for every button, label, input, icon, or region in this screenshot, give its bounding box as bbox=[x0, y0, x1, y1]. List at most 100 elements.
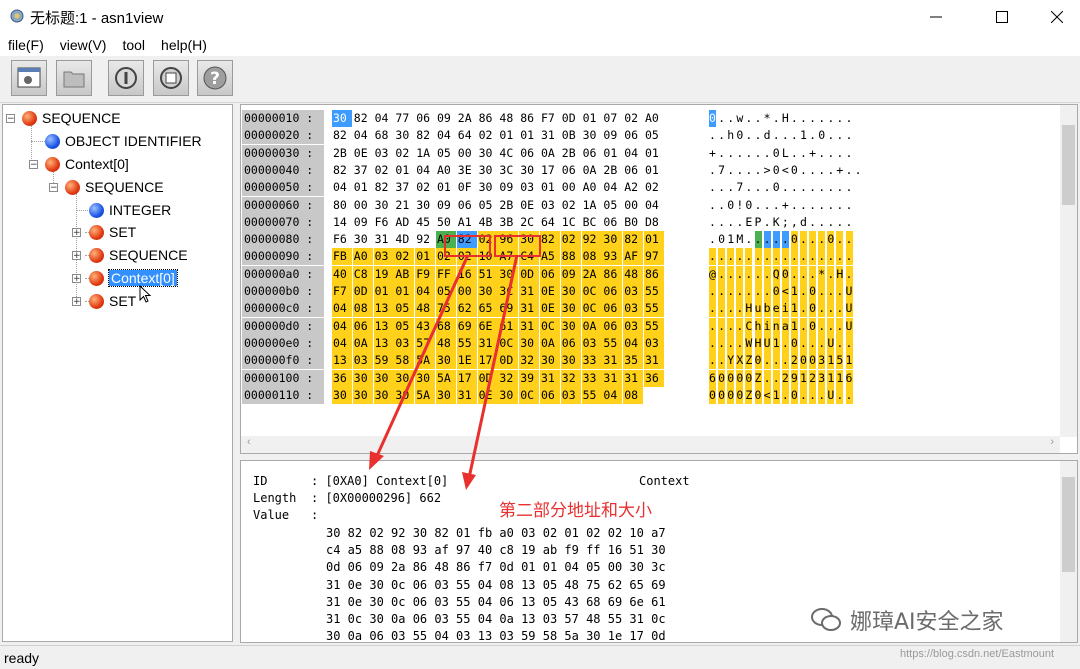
ascii-char[interactable]: 1 bbox=[727, 231, 734, 248]
ascii-char[interactable]: 0 bbox=[754, 352, 762, 370]
ascii-char[interactable]: Q bbox=[772, 265, 780, 283]
ascii-char[interactable]: . bbox=[845, 386, 853, 404]
hex-byte[interactable]: 04 bbox=[436, 127, 456, 144]
ascii-char[interactable]: P bbox=[755, 214, 762, 231]
hex-byte[interactable]: 82 bbox=[415, 127, 435, 144]
ascii-char[interactable]: 0 bbox=[709, 110, 716, 127]
ascii-char[interactable]: . bbox=[764, 179, 771, 196]
hex-byte[interactable]: A5 bbox=[540, 248, 560, 266]
ascii-char[interactable]: 1 bbox=[772, 386, 780, 404]
hex-byte[interactable]: A0 bbox=[644, 110, 664, 127]
hex-byte[interactable]: AB bbox=[394, 265, 415, 283]
ascii-char[interactable]: . bbox=[818, 110, 825, 127]
ascii-char[interactable]: . bbox=[718, 283, 726, 300]
ascii-char[interactable]: . bbox=[727, 110, 734, 127]
hex-byte[interactable]: 62 bbox=[456, 300, 477, 318]
hex-byte[interactable]: 82 bbox=[374, 179, 394, 196]
hex-byte[interactable]: 0E bbox=[540, 300, 560, 318]
hex-byte[interactable]: 03 bbox=[644, 334, 664, 352]
hex-vertical-scrollbar[interactable] bbox=[1060, 105, 1077, 437]
hex-byte[interactable]: 31 bbox=[623, 369, 644, 387]
hex-byte[interactable]: 86 bbox=[602, 265, 623, 283]
hex-byte[interactable]: 30 bbox=[436, 352, 456, 370]
hex-byte[interactable]: 0D bbox=[561, 110, 581, 127]
hex-byte[interactable]: 61 bbox=[498, 317, 519, 335]
ascii-char[interactable]: 0 bbox=[709, 386, 716, 404]
ascii-char[interactable]: . bbox=[718, 214, 725, 231]
hex-byte[interactable]: 00 bbox=[456, 283, 477, 300]
ascii-char[interactable]: > bbox=[764, 162, 771, 179]
ascii-char[interactable]: 0 bbox=[781, 265, 789, 283]
hex-byte[interactable]: 17 bbox=[540, 162, 560, 179]
hex-byte[interactable]: 13 bbox=[373, 334, 394, 352]
hex-byte[interactable]: 06 bbox=[457, 197, 477, 214]
hex-byte[interactable]: 02 bbox=[374, 162, 394, 179]
hex-byte[interactable]: 02 bbox=[561, 197, 581, 214]
ascii-char[interactable]: a bbox=[781, 317, 789, 335]
ascii-char[interactable]: . bbox=[818, 300, 826, 318]
help-button[interactable]: ? bbox=[197, 60, 233, 96]
hex-byte[interactable]: 5A bbox=[415, 386, 436, 404]
hex-byte[interactable]: 30 bbox=[560, 283, 581, 300]
hex-byte[interactable]: 64 bbox=[540, 214, 560, 231]
hex-byte[interactable]: 31 bbox=[519, 283, 540, 300]
ascii-char[interactable]: . bbox=[781, 231, 789, 249]
hex-byte[interactable]: 04 bbox=[332, 300, 352, 318]
hex-byte[interactable]: F7 bbox=[332, 283, 352, 300]
ascii-char[interactable]: . bbox=[818, 162, 825, 179]
hex-byte[interactable]: 82 bbox=[332, 127, 352, 144]
ascii-char[interactable]: . bbox=[727, 162, 734, 179]
ascii-char[interactable]: . bbox=[745, 145, 752, 162]
ascii-char[interactable]: 1 bbox=[827, 369, 835, 387]
ascii-char[interactable]: 6 bbox=[845, 369, 853, 387]
hex-byte[interactable]: 30 bbox=[332, 386, 352, 404]
hex-row[interactable]: 000000b0 : F7 0D 01 01 04 05 00 30 3C 31 0E 30 0C 06 03… bbox=[241, 283, 1059, 300]
ascii-char[interactable]: . bbox=[818, 386, 826, 404]
hex-byte[interactable]: 31 bbox=[519, 300, 540, 318]
hex-byte[interactable]: 0A bbox=[582, 162, 602, 179]
hex-byte[interactable]: BC bbox=[582, 214, 602, 231]
hex-row[interactable]: 00000020 :82 04 68 30 82 04 64 02 01 01 31 0B 30 09 06… bbox=[241, 127, 1059, 145]
hex-byte[interactable]: 0B bbox=[561, 127, 581, 144]
hex-row[interactable]: 00000090 : FB A0 03 02 01 02 02 10 A7 C4 A5 88 08 93 AF… bbox=[241, 248, 1059, 266]
ascii-char[interactable]: b bbox=[763, 300, 771, 318]
ascii-char[interactable]: 0 bbox=[818, 127, 825, 144]
ascii-char[interactable]: U bbox=[763, 334, 771, 352]
hex-byte[interactable]: 08 bbox=[623, 386, 644, 404]
hex-byte[interactable]: 17 bbox=[477, 352, 498, 370]
hex-byte[interactable]: 35 bbox=[623, 352, 644, 370]
ascii-char[interactable]: < bbox=[763, 386, 771, 404]
hex-byte[interactable]: 32 bbox=[519, 352, 540, 370]
ascii-char[interactable]: 0 bbox=[718, 231, 725, 248]
ascii-char[interactable]: . bbox=[846, 145, 853, 162]
hex-byte[interactable]: 69 bbox=[498, 300, 519, 318]
menu-help[interactable]: help(H) bbox=[153, 34, 215, 56]
hex-byte[interactable]: 2B bbox=[498, 197, 518, 214]
hex-byte[interactable]: 30 bbox=[478, 179, 498, 196]
hex-byte[interactable]: 0E bbox=[519, 197, 539, 214]
ascii-char[interactable]: . bbox=[772, 248, 780, 266]
ascii-char[interactable]: u bbox=[754, 300, 762, 318]
tree-node-set[interactable]: SET bbox=[89, 290, 136, 312]
hex-byte[interactable]: 03 bbox=[540, 197, 560, 214]
hex-byte[interactable]: F7 bbox=[540, 110, 560, 127]
ascii-char[interactable]: . bbox=[745, 179, 752, 196]
ascii-char[interactable]: . bbox=[836, 317, 844, 335]
hex-byte[interactable]: 30 bbox=[519, 162, 539, 179]
hex-byte[interactable]: 09 bbox=[498, 179, 518, 196]
hex-byte[interactable]: 6E bbox=[477, 317, 498, 335]
hex-byte[interactable]: 2B bbox=[561, 145, 581, 162]
hex-byte[interactable]: 03 bbox=[623, 317, 644, 335]
hex-byte[interactable]: A2 bbox=[623, 179, 643, 196]
hex-byte[interactable]: 06 bbox=[560, 334, 581, 352]
hex-byte[interactable]: 31 bbox=[644, 352, 664, 370]
ascii-char[interactable]: . bbox=[781, 334, 789, 352]
ascii-char[interactable]: . bbox=[745, 127, 752, 144]
hex-byte[interactable]: 30 bbox=[519, 334, 540, 352]
ascii-char[interactable]: . bbox=[845, 248, 853, 266]
ascii-char[interactable]: . bbox=[791, 145, 798, 162]
ascii-char[interactable]: . bbox=[818, 231, 826, 249]
hex-byte[interactable]: 65 bbox=[477, 300, 498, 318]
hex-byte[interactable]: 31 bbox=[477, 334, 498, 352]
tree-node-integer[interactable]: INTEGER bbox=[89, 199, 171, 221]
